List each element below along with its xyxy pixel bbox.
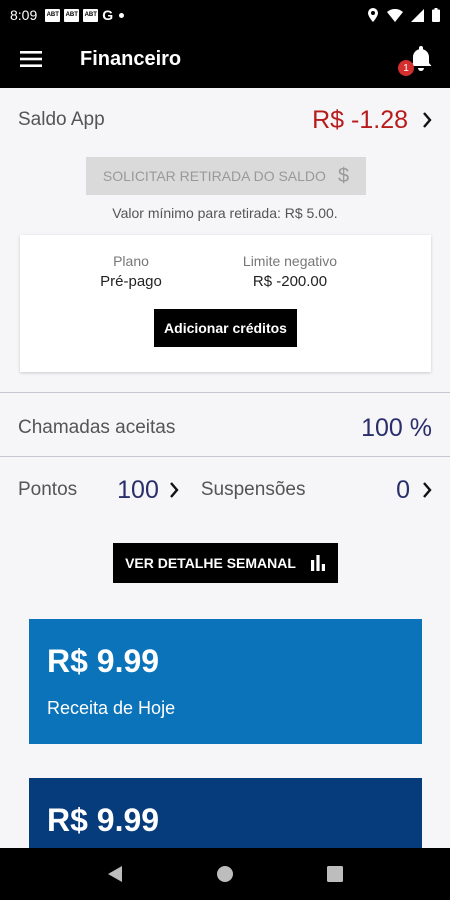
plan-value: Pré-pago (100, 273, 162, 290)
negative-limit-info: Limite negativo R$ -200.00 (210, 253, 370, 290)
min-withdraw-text: Valor mínimo para retirada: R$ 5.00. (112, 205, 338, 221)
notifications-button[interactable]: 1 (398, 42, 438, 76)
withdraw-button-label: SOLICITAR RETIRADA DO SALDO (102, 168, 326, 184)
back-triangle-icon (108, 866, 122, 882)
plan-info: Plano Pré-pago (51, 253, 211, 290)
suspensions-value: 0 (396, 475, 410, 504)
notification-app-icon: ABT (45, 8, 61, 22)
status-indicators (367, 8, 440, 22)
stats-row: Pontos 100 Suspensões 0 (18, 470, 432, 510)
points-label: Pontos (18, 479, 78, 500)
balance-value: R$ -1.28 (312, 105, 408, 134)
more-notifications-icon (119, 12, 125, 18)
app-bar: Financeiro 1 (0, 30, 450, 88)
suspensions-link[interactable]: 0 (396, 476, 432, 505)
notification-badge: 1 (398, 60, 414, 76)
notification-app-icon: ABT (83, 8, 99, 22)
bar-chart-icon (310, 555, 325, 571)
status-bar: 8:09 ABT ABT ABT G (0, 0, 450, 30)
system-nav-bar (0, 848, 450, 900)
recents-button[interactable] (315, 854, 355, 894)
add-credits-button[interactable]: Adicionar créditos (154, 309, 297, 347)
accepted-calls-value: 100 % (361, 413, 432, 442)
chevron-right-icon (423, 112, 432, 128)
home-button[interactable] (205, 854, 245, 894)
balance-label: Saldo App (18, 109, 105, 130)
menu-button[interactable] (0, 30, 62, 88)
divider (0, 456, 450, 457)
home-circle-icon (217, 866, 233, 882)
accepted-calls-row: Chamadas aceitas 100 % (18, 408, 432, 448)
balance-row[interactable]: Saldo App R$ -1.28 (18, 100, 432, 140)
weekly-detail-label: VER DETALHE SEMANAL (125, 555, 296, 571)
withdraw-balance-button[interactable]: SOLICITAR RETIRADA DO SALDO $ (86, 157, 366, 195)
plan-card: Plano Pré-pago Limite negativo R$ -200.0… (20, 235, 431, 372)
today-revenue-amount: R$ 9.99 (47, 643, 160, 679)
hamburger-menu-icon (20, 51, 42, 67)
negative-limit-value: R$ -200.00 (252, 273, 328, 290)
wifi-icon (387, 8, 403, 22)
weekly-detail-button[interactable]: VER DETALHE SEMANAL (113, 543, 338, 583)
points-link[interactable]: 100 (77, 476, 179, 505)
battery-icon (432, 8, 440, 22)
suspensions-label: Suspensões (200, 479, 306, 500)
plan-label: Plano (113, 253, 149, 269)
notification-app-icon: ABT (64, 8, 80, 22)
chevron-right-icon (423, 482, 432, 498)
revenue-card-secondary[interactable]: R$ 9.99 (29, 778, 422, 858)
divider (0, 392, 450, 393)
secondary-revenue-amount: R$ 9.99 (47, 802, 160, 838)
accepted-calls-label: Chamadas aceitas (18, 417, 176, 438)
google-icon: G (102, 7, 114, 23)
back-button[interactable] (95, 854, 135, 894)
status-time: 8:09 (10, 7, 38, 23)
negative-limit-label: Limite negativo (242, 253, 338, 269)
recents-square-icon (327, 866, 343, 882)
signal-icon (411, 8, 424, 22)
chevron-right-icon (169, 482, 179, 498)
today-revenue-label: Receita de Hoje (47, 698, 176, 718)
page-title: Financeiro (80, 47, 182, 70)
location-icon (368, 8, 378, 22)
dollar-icon: $ (337, 164, 350, 187)
today-revenue-card[interactable]: R$ 9.99 Receita de Hoje (29, 619, 422, 744)
points-value: 100 (117, 475, 159, 504)
